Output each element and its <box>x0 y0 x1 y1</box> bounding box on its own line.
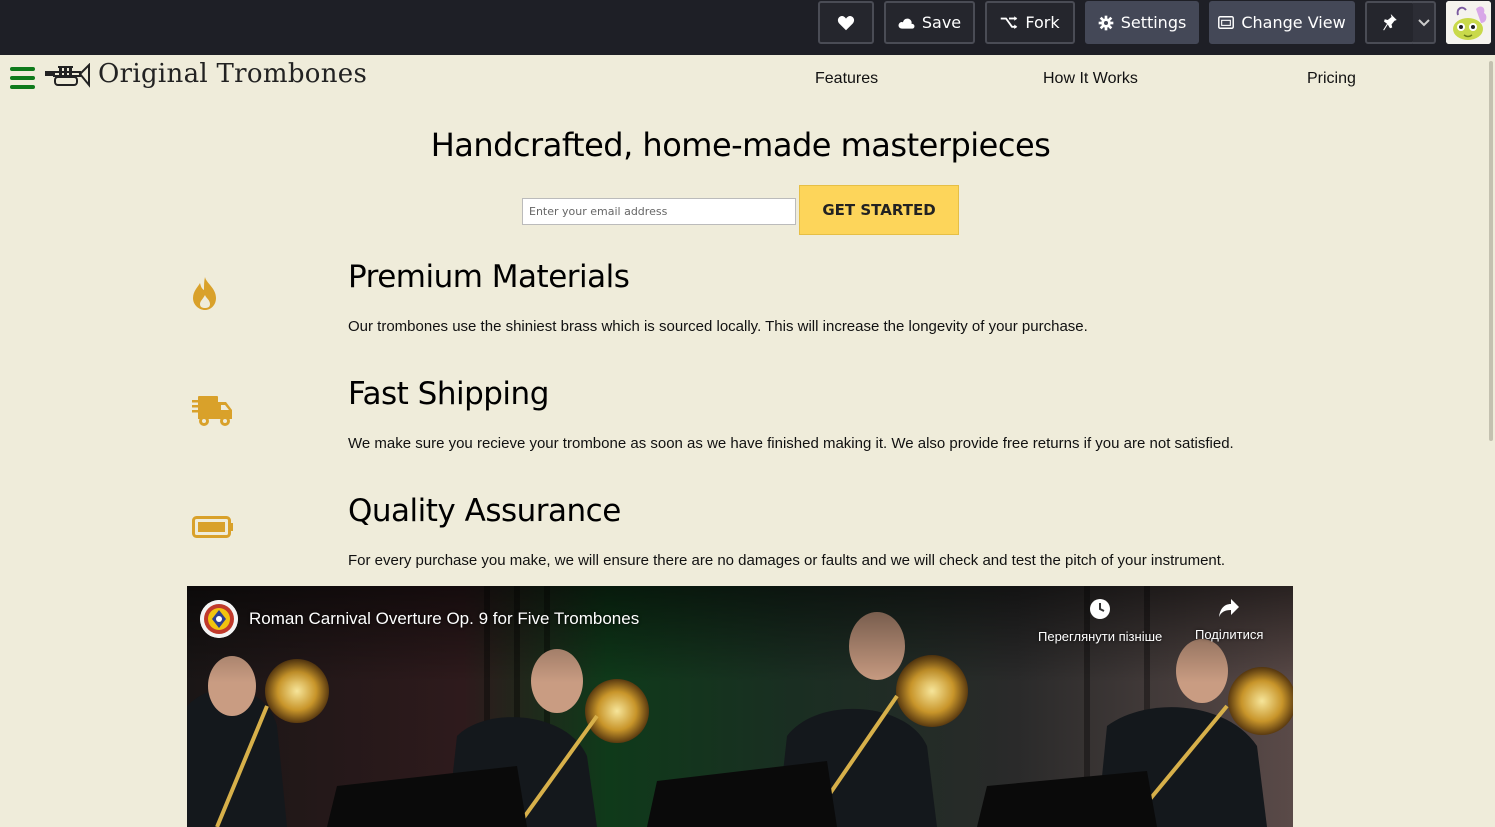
video-title[interactable]: Roman Carnival Overture Op. 9 for Five T… <box>249 609 639 629</box>
scrollbar[interactable] <box>1488 55 1495 827</box>
save-label: Save <box>921 13 962 32</box>
watch-later-label: Переглянути пізніше <box>1038 629 1163 644</box>
share-icon <box>1218 598 1240 621</box>
truck-icon <box>192 394 234 433</box>
pin-icon <box>1383 13 1397 32</box>
feature-description: Our trombones use the shiniest brass whi… <box>348 318 1088 335</box>
editor-toolbar: Save Fork Settings Change View <box>0 0 1495 55</box>
settings-label: Settings <box>1120 13 1187 32</box>
channel-avatar[interactable] <box>200 600 238 638</box>
change-view-label: Change View <box>1241 13 1346 32</box>
email-input[interactable] <box>522 198 796 225</box>
get-started-button[interactable]: GET STARTED <box>799 185 959 235</box>
share-label: Поділитися <box>1195 627 1264 642</box>
hamburger-menu-icon[interactable] <box>10 67 35 89</box>
pin-button[interactable] <box>1365 1 1415 44</box>
feature-description: For every purchase you make, we will ens… <box>348 552 1226 569</box>
feature-title: Premium Materials <box>348 259 630 295</box>
fire-icon <box>192 277 218 316</box>
page-preview: Original Trombones Features How It Works… <box>0 55 1488 827</box>
nav-link-how-it-works[interactable]: How It Works <box>1043 70 1138 88</box>
fork-button[interactable]: Fork <box>985 1 1075 44</box>
fork-label: Fork <box>1025 13 1060 32</box>
battery-icon <box>192 516 234 543</box>
feature-description: We make sure you recieve your trombone a… <box>348 435 1234 452</box>
settings-button[interactable]: Settings <box>1085 1 1199 44</box>
share-button[interactable]: Поділитися <box>1195 598 1263 642</box>
video-player[interactable]: Roman Carnival Overture Op. 9 for Five T… <box>187 586 1293 827</box>
trumpet-icon <box>45 62 91 94</box>
chevron-down-icon <box>1417 18 1430 27</box>
cloud-icon <box>898 17 915 29</box>
user-avatar[interactable] <box>1446 1 1491 44</box>
nav-link-pricing[interactable]: Pricing <box>1307 70 1356 88</box>
nav-link-features[interactable]: Features <box>815 70 878 88</box>
logo-text: Original Trombones <box>98 59 368 89</box>
clock-icon <box>1089 598 1111 623</box>
feature-title: Quality Assurance <box>348 493 621 529</box>
save-button[interactable]: Save <box>884 1 975 44</box>
gear-icon <box>1098 15 1114 31</box>
hero-title: Handcrafted, home-made masterpieces <box>430 126 1051 164</box>
scrollbar-thumb[interactable] <box>1489 61 1493 441</box>
like-button[interactable] <box>818 1 874 44</box>
layout-icon <box>1218 16 1235 29</box>
feature-title: Fast Shipping <box>348 376 549 412</box>
change-view-button[interactable]: Change View <box>1209 1 1355 44</box>
watch-later-button[interactable]: Переглянути пізніше <box>1038 598 1162 644</box>
pin-menu-toggle[interactable] <box>1413 1 1436 44</box>
fork-icon <box>1000 15 1018 30</box>
heart-icon <box>837 15 855 31</box>
